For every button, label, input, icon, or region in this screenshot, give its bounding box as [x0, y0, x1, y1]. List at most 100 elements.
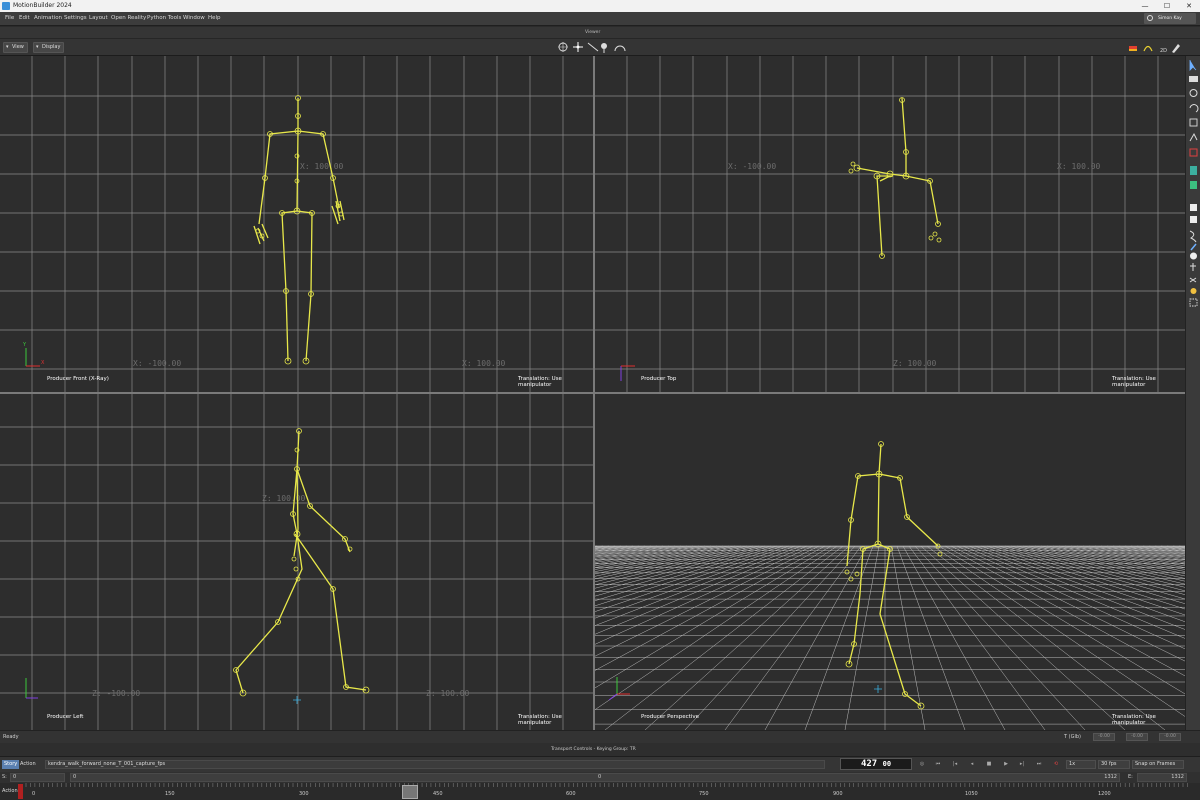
constraint-tool-icon[interactable]: [1189, 277, 1197, 283]
frame-tool-icon[interactable]: [1189, 298, 1198, 307]
orbit-icon[interactable]: [614, 45, 626, 52]
perspective-grid: [595, 441, 1185, 730]
curve-icon[interactable]: [1143, 45, 1153, 52]
ik-tool-icon[interactable]: [1189, 132, 1198, 142]
display-menu-button[interactable]: ▾ Display: [33, 42, 65, 53]
prev-key-icon[interactable]: |◂: [949, 760, 961, 769]
axis-label-bottom-right: Z: 100.00: [426, 689, 470, 698]
character-alt-icon[interactable]: [1190, 181, 1197, 189]
axis-gizmo: [620, 365, 635, 381]
action-tab[interactable]: Action: [18, 760, 38, 769]
zoom-range-bar[interactable]: 0 0 1312: [70, 773, 1120, 782]
loop-icon[interactable]: ⟲: [1050, 760, 1062, 769]
viewport-perspective[interactable]: Producer Perspective Translation: Use ma…: [595, 394, 1185, 730]
close-button[interactable]: ✕: [1178, 0, 1200, 12]
character-tool-icon[interactable]: [1190, 166, 1197, 175]
grid-line: [974, 545, 1185, 623]
start-frame-field[interactable]: 0: [10, 773, 65, 782]
tick-label: 1050: [965, 791, 978, 797]
grid-line: [944, 545, 1185, 677]
select-tool-icon[interactable]: [1189, 60, 1197, 71]
2d-mode-icon[interactable]: 2D: [1160, 48, 1167, 54]
playhead[interactable]: [402, 785, 418, 799]
grid-line: [1064, 545, 1185, 568]
rotate-icon[interactable]: [587, 42, 599, 52]
scale-icon[interactable]: [601, 43, 607, 53]
camera-alt-icon[interactable]: [1190, 216, 1197, 223]
lights-icon[interactable]: [1129, 46, 1137, 51]
marker-tool-icon[interactable]: [1190, 243, 1197, 251]
scale-tool-icon[interactable]: [1189, 118, 1198, 127]
menu-file[interactable]: File: [5, 15, 14, 21]
timeline[interactable]: Action 0 150 300 450 600 750 900 1050 12…: [0, 783, 1200, 800]
translate-x-field[interactable]: -0.00: [1093, 733, 1115, 741]
user-account-button[interactable]: Simon Kay: [1144, 13, 1196, 24]
snap-select[interactable]: Snap on Frames: [1132, 760, 1184, 769]
take-selector[interactable]: kendra_walk_forward_none_T_001_capture_f…: [45, 760, 825, 769]
grid-line: [1130, 545, 1185, 554]
grid-line: [595, 545, 700, 565]
play-icon[interactable]: ▶: [1000, 760, 1012, 769]
menu-open-reality[interactable]: Open Reality: [111, 15, 146, 21]
record-button[interactable]: ◎: [916, 760, 928, 769]
axis-gizmo: [608, 677, 630, 701]
menu-window[interactable]: Window: [183, 15, 205, 21]
select-icon[interactable]: [558, 42, 568, 52]
view-label: View: [12, 44, 24, 50]
pane-divider-horizontal[interactable]: [0, 392, 1185, 394]
take-name: kendra_walk_forward_none_T_001_capture_f…: [48, 761, 166, 767]
grid-line: [914, 545, 1086, 730]
skeleton-front[interactable]: [253, 98, 345, 362]
key-tool-icon[interactable]: [1189, 148, 1198, 157]
menu-animation[interactable]: Animation: [34, 15, 62, 21]
next-key-icon[interactable]: ▸|: [1016, 760, 1028, 769]
time-range-row: S: 0 0 0 1312 E: 1312: [0, 772, 1200, 783]
user-name: Simon Kay: [1158, 16, 1182, 21]
light-tool-icon[interactable]: [1190, 204, 1197, 211]
grid-line: [1076, 545, 1185, 565]
edit-icon[interactable]: [1172, 44, 1180, 53]
axis-label-left: X: -100.00: [133, 359, 181, 368]
viewport-top[interactable]: X: -100.00 X: 100.00 Z: 100.00 Producer …: [595, 56, 1185, 392]
goto-end-icon[interactable]: ⏭: [1033, 760, 1045, 769]
curve-tool-icon[interactable]: [1189, 230, 1197, 243]
move-tool-icon[interactable]: [1189, 89, 1198, 97]
menu-edit[interactable]: Edit: [19, 15, 30, 21]
skeleton-perspective[interactable]: [846, 443, 939, 707]
story-tab[interactable]: Story: [2, 760, 20, 769]
menu-help[interactable]: Help: [208, 15, 221, 21]
speed-select[interactable]: 1x: [1066, 760, 1096, 769]
translate-z-field[interactable]: -0.00: [1159, 733, 1181, 741]
manipulator-toolbar: [558, 42, 626, 53]
grid-line: [595, 545, 628, 551]
viewport-front[interactable]: X: -100.00 X: 100.00 X: 100.00 YX Produc…: [0, 56, 593, 392]
maximize-button[interactable]: ☐: [1156, 0, 1178, 12]
grid-line: [595, 545, 766, 593]
svg-text:Y: Y: [22, 342, 27, 348]
grid-line: [595, 545, 838, 711]
rotate-tool-icon[interactable]: [1189, 104, 1199, 113]
translate-icon[interactable]: [573, 42, 583, 52]
prev-frame-icon[interactable]: ◂: [966, 760, 978, 769]
view-menu-button[interactable]: ▾ View: [3, 42, 28, 53]
sphere-tool-icon[interactable]: [1190, 252, 1197, 260]
translate-y-field[interactable]: -0.00: [1126, 733, 1148, 741]
end-frame-field[interactable]: 1312: [1137, 773, 1187, 782]
goto-start-icon[interactable]: ⏮: [932, 760, 944, 769]
zoom-end-label: 1312: [1104, 774, 1117, 780]
current-frame-display[interactable]: 427 00: [840, 758, 912, 770]
skeleton-left[interactable]: [235, 430, 367, 694]
minimize-button[interactable]: —: [1134, 0, 1156, 12]
skeleton-tool-icon[interactable]: [1190, 263, 1196, 271]
menu-layout[interactable]: Layout: [89, 15, 108, 21]
viewport-left[interactable]: Z: 100.00 Z: -100.00 Z: 100.00 Producer …: [0, 394, 593, 730]
grid-line: [1082, 545, 1185, 563]
fps-select[interactable]: 30 fps: [1098, 760, 1130, 769]
sun-tool-icon[interactable]: [1190, 288, 1197, 294]
menu-python-tools[interactable]: Python Tools: [147, 15, 181, 21]
axis-label-bottom: Z: 100.00: [893, 359, 937, 368]
menu-settings[interactable]: Settings: [64, 15, 87, 21]
translation-label: T (Glb): [1064, 734, 1081, 740]
stop-icon[interactable]: ■: [983, 760, 995, 769]
camera-tool-icon[interactable]: [1189, 76, 1198, 82]
